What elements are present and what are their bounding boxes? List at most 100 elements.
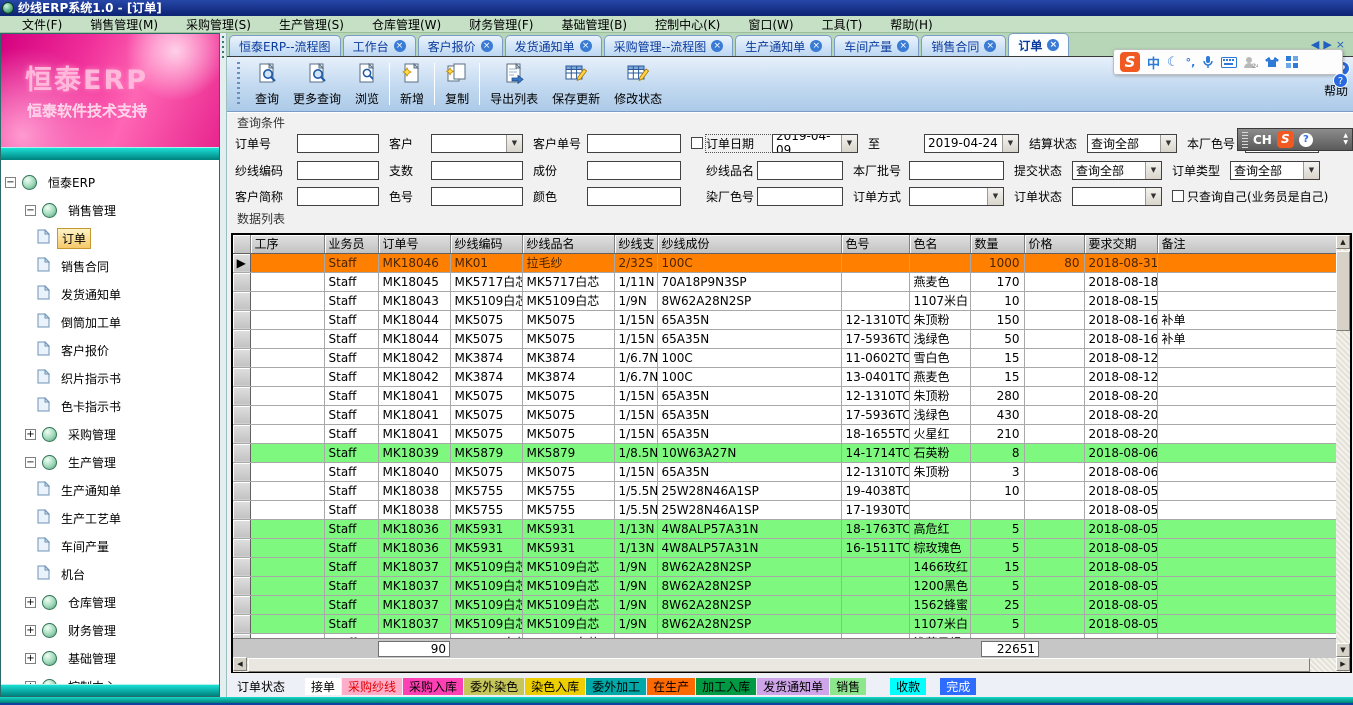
row-selector-cell[interactable]: [233, 500, 250, 519]
settle-status-select[interactable]: 查询全部▼: [1087, 134, 1177, 153]
tree-item-label[interactable]: 仓库管理: [64, 593, 120, 612]
menu-item-1[interactable]: 销售管理(M): [90, 16, 158, 33]
tree-item-label[interactable]: 基础管理: [64, 649, 120, 668]
column-header-7[interactable]: 纱线成份: [657, 235, 841, 253]
row-selector-cell[interactable]: [233, 519, 250, 538]
table-row[interactable]: StaffMK18042MK3874MK38741/6.7N100C11-060…: [233, 348, 1336, 367]
toolbar-button-7[interactable]: 修改状态: [607, 59, 669, 110]
menu-item-2[interactable]: 采购管理(S): [186, 16, 251, 33]
vertical-scrollbar[interactable]: ▲ ▼: [1336, 235, 1350, 658]
menu-item-6[interactable]: 基础管理(B): [561, 16, 627, 33]
row-selector-cell[interactable]: ▶: [233, 253, 250, 272]
ime-spinner[interactable]: ▲▼: [1343, 133, 1348, 146]
only-self-checkbox[interactable]: [1172, 190, 1184, 202]
row-selector-cell[interactable]: [233, 329, 250, 348]
order-status-select[interactable]: ▼: [1072, 187, 1162, 206]
row-selector-cell[interactable]: [233, 443, 250, 462]
table-row[interactable]: StaffMK18038MK5755MK57551/5.5N25W28N46A1…: [233, 500, 1336, 519]
horizontal-scroll-thumb[interactable]: [248, 658, 1310, 672]
dye-factory-color-no-input[interactable]: [757, 187, 843, 206]
column-header-8[interactable]: 色号: [841, 235, 909, 253]
tree-item-label[interactable]: 车间产量: [57, 537, 113, 556]
tree-item-2[interactable]: 订单: [1, 224, 219, 252]
tree-item-label[interactable]: 恒泰ERP: [44, 173, 99, 192]
tab-7[interactable]: 销售合同×: [921, 35, 1006, 56]
toolbar-button-1[interactable]: 更多查询: [286, 59, 348, 110]
ime-toolbar[interactable]: S 中 ☾ °, 24 ?: [1113, 49, 1343, 75]
customer-abbr-input[interactable]: [297, 187, 379, 206]
login-24-icon[interactable]: 24: [1244, 56, 1258, 69]
skin-shirt-icon[interactable]: [1265, 56, 1279, 68]
row-selector-cell[interactable]: [233, 348, 250, 367]
table-row[interactable]: StaffMK18039MK5879MK58791/8.5N10W63A27N1…: [233, 443, 1336, 462]
order-date-from-select[interactable]: 2019-04-09▼: [772, 134, 858, 153]
tree-item-14[interactable]: 机台: [1, 560, 219, 588]
tree-item-1[interactable]: −销售管理: [1, 196, 219, 224]
toolbar-button-4[interactable]: 复制: [438, 59, 476, 110]
tree-item-15[interactable]: +仓库管理: [1, 588, 219, 616]
menu-item-4[interactable]: 仓库管理(W): [372, 16, 441, 33]
tree-item-label[interactable]: 控制中心: [64, 677, 120, 685]
row-selector-cell[interactable]: [233, 538, 250, 557]
tree-item-label[interactable]: 客户报价: [57, 341, 113, 360]
tree-item-label[interactable]: 倒筒加工单: [57, 313, 125, 332]
menu-item-8[interactable]: 窗口(W): [748, 16, 793, 33]
order-date-checkbox[interactable]: [691, 137, 703, 149]
tab-close-icon[interactable]: ×: [1047, 39, 1059, 51]
scroll-right-icon[interactable]: ▶: [1336, 657, 1350, 671]
tab-close-icon[interactable]: ×: [394, 40, 406, 52]
table-row[interactable]: StaffMK18045MK5717白芯MK5717白芯1/11N70A18P9…: [233, 272, 1336, 291]
column-header-11[interactable]: 价格: [1024, 235, 1084, 253]
tree-item-label[interactable]: 织片指示书: [57, 369, 125, 388]
expand-icon[interactable]: +: [25, 429, 36, 440]
menu-item-9[interactable]: 工具(T): [822, 16, 863, 33]
tree-item-label[interactable]: 色卡指示书: [57, 397, 125, 416]
tab-0[interactable]: 恒泰ERP--流程图: [229, 35, 341, 56]
table-row[interactable]: StaffMK18037MK5109白芯MK5109白芯1/9N8W62A28N…: [233, 614, 1336, 633]
order-no-input[interactable]: [297, 134, 379, 153]
tree-item-label[interactable]: 机台: [57, 565, 89, 584]
tree-item-3[interactable]: 销售合同: [1, 252, 219, 280]
microphone-icon[interactable]: [1202, 55, 1214, 69]
row-selector-cell[interactable]: [233, 272, 250, 291]
table-row[interactable]: StaffMK18041MK5075MK50751/15N65A35N17-59…: [233, 405, 1336, 424]
table-row[interactable]: StaffMK18036MK5931MK59311/13N4W8ALP57A31…: [233, 538, 1336, 557]
table-row[interactable]: StaffMK18044MK5075MK50751/15N65A35N12-13…: [233, 310, 1336, 329]
tree-item-5[interactable]: 倒筒加工单: [1, 308, 219, 336]
tree-item-16[interactable]: +财务管理: [1, 616, 219, 644]
collapse-icon[interactable]: −: [25, 205, 36, 216]
table-row[interactable]: ▶StaffMK18046MK01拉毛纱2/32S100C1000802018-…: [233, 253, 1336, 272]
tree-item-11[interactable]: 生产通知单: [1, 476, 219, 504]
column-header-6[interactable]: 纱线支: [614, 235, 657, 253]
column-header-12[interactable]: 要求交期: [1084, 235, 1157, 253]
color-no-input[interactable]: [431, 187, 523, 206]
table-row[interactable]: StaffMK18037MK5109白芯MK5109白芯1/9N8W62A28N…: [233, 576, 1336, 595]
table-row[interactable]: StaffMK18042MK3874MK38741/6.7N100C13-040…: [233, 367, 1336, 386]
customer-select[interactable]: ▼: [431, 134, 523, 153]
customer-order-no-input[interactable]: [587, 134, 681, 153]
expand-icon[interactable]: +: [25, 625, 36, 636]
column-header-5[interactable]: 纱线品名: [522, 235, 614, 253]
tree-item-label[interactable]: 生产工艺单: [57, 509, 125, 528]
row-selector-cell[interactable]: [233, 462, 250, 481]
row-selector-cell[interactable]: [233, 386, 250, 405]
collapse-icon[interactable]: −: [5, 177, 16, 188]
scroll-up-icon[interactable]: ▲: [1336, 235, 1350, 249]
horizontal-scrollbar[interactable]: ◀ ▶: [233, 658, 1350, 672]
keyboard-icon[interactable]: [1221, 57, 1237, 68]
row-selector-cell[interactable]: [233, 576, 250, 595]
count-input[interactable]: [431, 161, 523, 180]
column-header-3[interactable]: 订单号: [378, 235, 450, 253]
toolbar-button-0[interactable]: 查询: [248, 59, 286, 110]
tree-item-label[interactable]: 生产通知单: [57, 481, 125, 500]
panel-splitter[interactable]: [220, 33, 227, 697]
column-header-2[interactable]: 业务员: [324, 235, 378, 253]
column-header-9[interactable]: 色名: [909, 235, 970, 253]
tab-6[interactable]: 车间产量×: [834, 35, 919, 56]
row-selector-cell[interactable]: [233, 367, 250, 386]
toolbar-button-2[interactable]: 浏览: [348, 59, 386, 110]
order-method-select[interactable]: ▼: [909, 187, 1004, 206]
tab-3[interactable]: 发货通知单×: [505, 35, 602, 56]
tab-close-icon[interactable]: ×: [711, 40, 723, 52]
tree-item-0[interactable]: − 恒泰ERP: [1, 168, 219, 196]
